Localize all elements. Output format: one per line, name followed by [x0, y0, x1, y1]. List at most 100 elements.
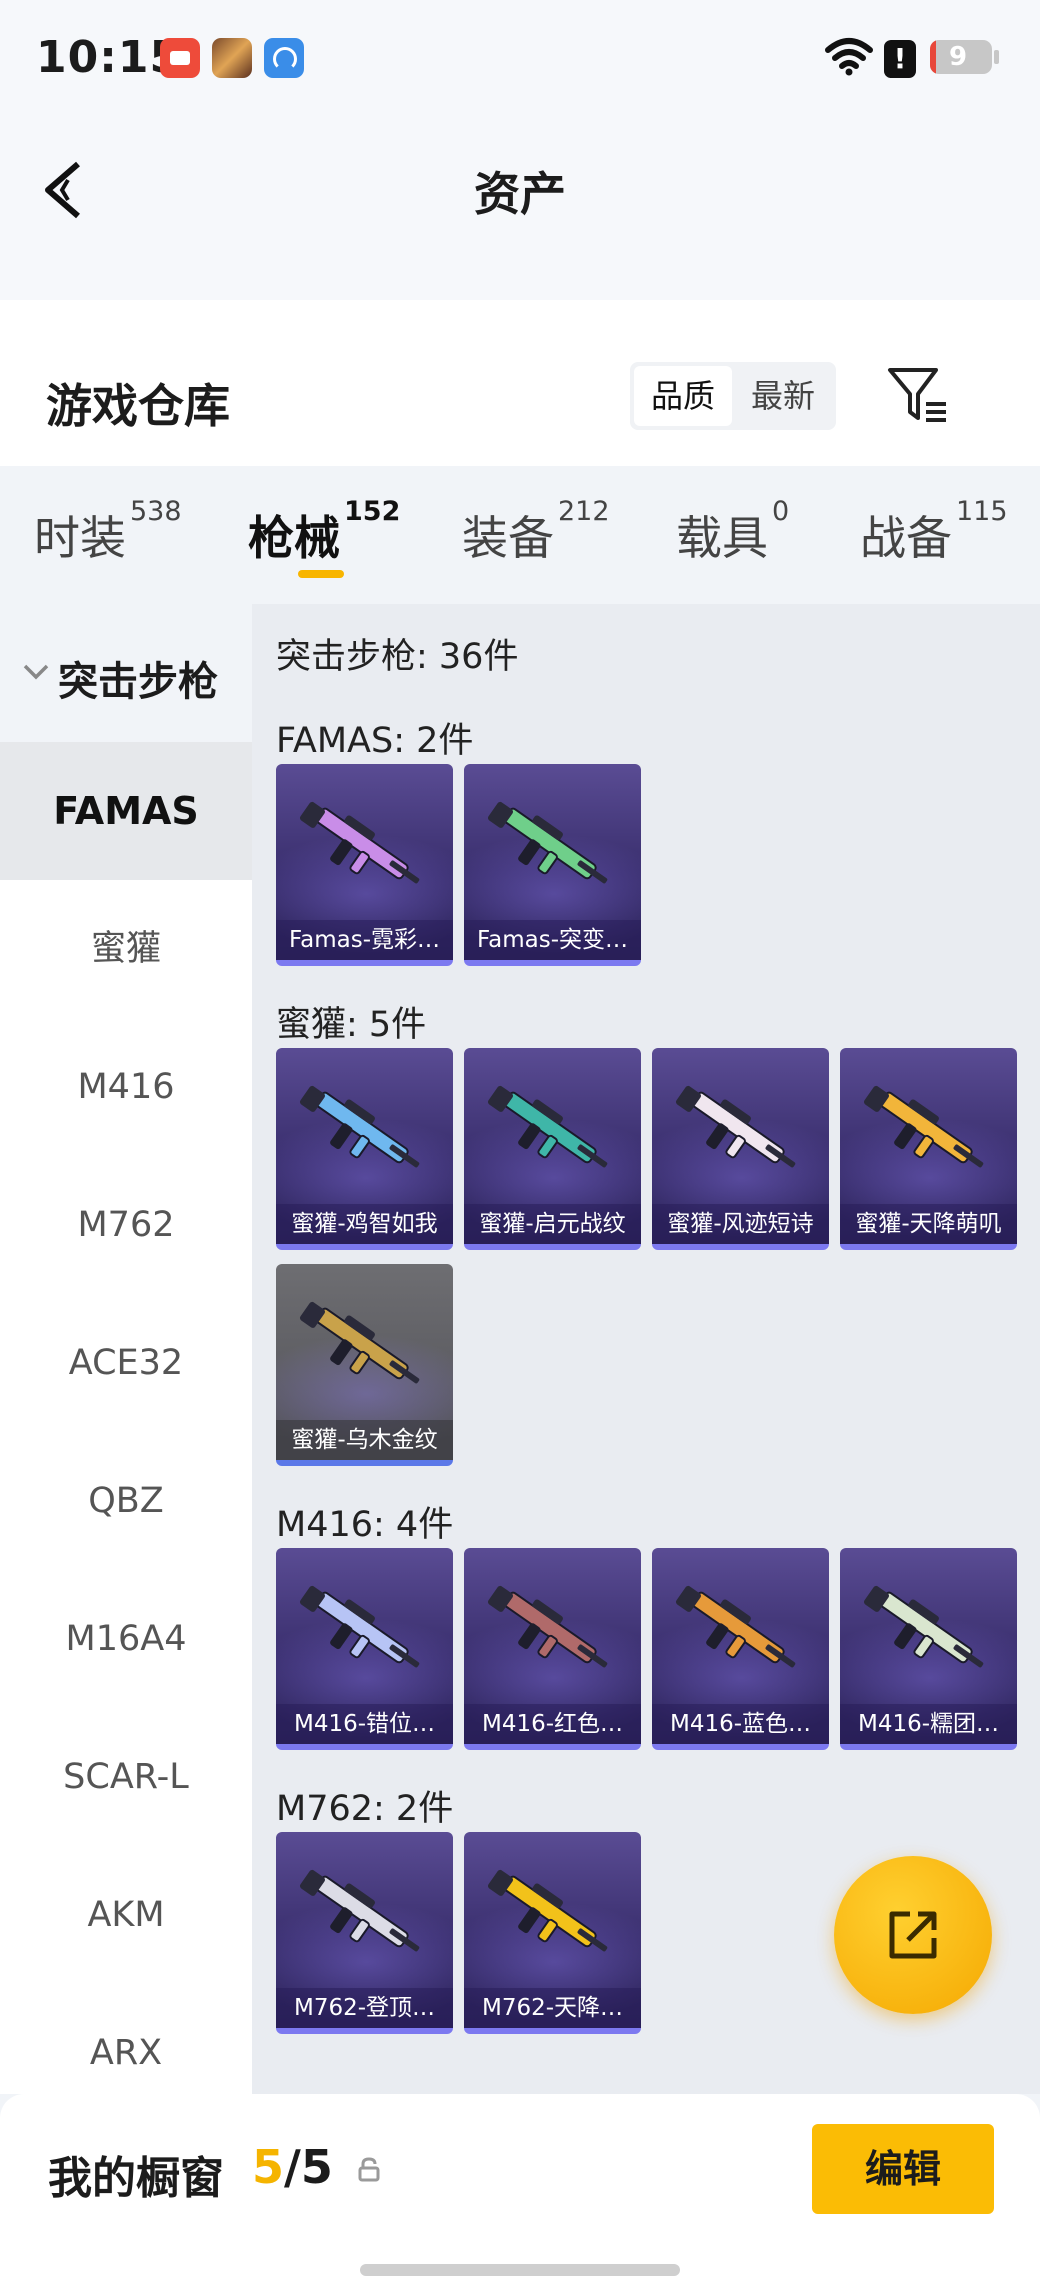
tab-label: 载具 — [676, 511, 768, 565]
sidebar-item-m762[interactable]: M762 — [0, 1156, 252, 1294]
weapon-skin-image — [487, 1585, 608, 1668]
weapon-skin-image — [487, 1869, 608, 1952]
weapon-skin-card[interactable]: M416-糯团… — [840, 1548, 1017, 1750]
tab-count: 152 — [344, 496, 401, 527]
weapon-skin-image — [299, 1585, 420, 1668]
active-tab-indicator — [298, 570, 344, 578]
tab-supplies[interactable]: 战备 115 — [860, 496, 1008, 568]
weapon-skin-label: Famas-突变… — [464, 920, 641, 960]
chevron-down-icon — [23, 664, 49, 680]
battery-level-text: 9 — [948, 42, 968, 72]
tab-count: 115 — [956, 496, 1008, 527]
showcase-count-separator: / — [284, 2140, 301, 2194]
wifi-icon — [825, 38, 873, 76]
weapon-skin-card[interactable]: 蜜獾-天降萌叽 — [840, 1048, 1017, 1250]
weapon-skin-label: M416-蓝色… — [652, 1704, 829, 1744]
battery-cap — [994, 50, 999, 64]
weapon-skin-image — [299, 1085, 420, 1168]
weapon-skin-label: 蜜獾-鸡智如我 — [276, 1204, 453, 1244]
weapon-skin-label: 蜜獾-天降萌叽 — [840, 1204, 1017, 1244]
weapon-skin-card[interactable]: M762-天降… — [464, 1832, 641, 2034]
tab-vehicles[interactable]: 载具 0 — [676, 496, 789, 568]
weapon-skin-card[interactable]: 蜜獾-乌木金纹 — [276, 1264, 453, 1466]
hotspot-app-icon — [264, 38, 304, 78]
page-title: 资产 — [474, 167, 566, 221]
filter-icon[interactable] — [886, 364, 952, 426]
weapon-skin-image — [675, 1085, 796, 1168]
weapon-skin-card[interactable]: M416-错位… — [276, 1548, 453, 1750]
weapon-skin-label: 蜜獾-乌木金纹 — [276, 1420, 453, 1460]
weapon-sidebar: 突击步枪 FAMAS 蜜獾 M416 M762 ACE32 QBZ M16A4 SCAR-L A… — [0, 604, 252, 2094]
sidebar-item-qbz[interactable]: QBZ — [0, 1432, 252, 1570]
showcase-count: 5/5 — [252, 2140, 333, 2194]
share-fab-button[interactable] — [834, 1856, 992, 2014]
nav-header: 资产 — [0, 120, 1040, 300]
tab-label: 时装 — [34, 511, 126, 565]
weapon-skin-card[interactable]: M416-红色… — [464, 1548, 641, 1750]
sort-option-newest[interactable]: 最新 — [734, 366, 832, 426]
sidebar-item-arx[interactable]: ARX — [0, 1984, 252, 2094]
share-external-icon — [889, 1911, 937, 1959]
weapon-skin-label: M762-登顶… — [276, 1988, 453, 2028]
sort-option-quality[interactable]: 品质 — [634, 366, 732, 426]
edit-button[interactable]: 编辑 — [812, 2124, 994, 2214]
weapon-skin-label: 蜜獾-启元战纹 — [464, 1204, 641, 1244]
sidebar-item-m416[interactable]: M416 — [0, 1018, 252, 1156]
weapon-group-title: M762: 2件 — [276, 1789, 454, 1829]
weapon-skin-card[interactable]: 蜜獾-鸡智如我 — [276, 1048, 453, 1250]
weapon-skin-label: M416-糯团… — [840, 1704, 1017, 1744]
tab-label: 枪械 — [248, 511, 340, 565]
lock-icon — [358, 2157, 380, 2182]
tab-weapons[interactable]: 枪械 152 — [248, 496, 400, 568]
sidebar-item-ace32[interactable]: ACE32 — [0, 1294, 252, 1432]
sidebar-category-header[interactable]: 突击步枪 — [0, 604, 252, 742]
tab-fashion[interactable]: 时装 538 — [34, 496, 182, 568]
home-indicator[interactable] — [360, 2264, 680, 2276]
status-bar: 10:15 ! 9 — [0, 0, 1040, 120]
tab-count: 0 — [772, 496, 790, 527]
weapon-skin-image — [487, 1085, 608, 1168]
weapon-group-title: FAMAS: 2件 — [276, 721, 474, 761]
sidebar-item-scar-l[interactable]: SCAR-L — [0, 1708, 252, 1846]
showcase-count-total: 5 — [300, 2140, 333, 2194]
showcase-count-current: 5 — [252, 2140, 285, 2194]
warehouse-title: 游戏仓库 — [46, 379, 230, 433]
weapon-skin-card[interactable]: 蜜獾-启元战纹 — [464, 1048, 641, 1250]
weapon-skin-image — [863, 1585, 984, 1668]
weapon-skin-label: M416-错位… — [276, 1704, 453, 1744]
tab-equipment[interactable]: 装备 212 — [462, 496, 610, 568]
sidebar-item-akm[interactable]: AKM — [0, 1846, 252, 1984]
sidebar-item-m16a4[interactable]: M16A4 — [0, 1570, 252, 1708]
tab-count: 212 — [558, 496, 610, 527]
weapon-skin-image — [299, 1301, 420, 1384]
sidebar-item-蜜獾[interactable]: 蜜獾 — [0, 880, 252, 1018]
weapon-skin-label: M762-天降… — [464, 1988, 641, 2028]
weapon-skin-card[interactable]: M762-登顶… — [276, 1832, 453, 2034]
tab-label: 装备 — [462, 511, 554, 565]
battery-icon: 9 — [930, 40, 992, 74]
tab-label: 战备 — [860, 511, 952, 565]
category-tabs: 时装 538 枪械 152 装备 212 载具 0 战备 115 — [0, 466, 1040, 604]
weapon-skin-image — [299, 801, 420, 884]
weapon-skin-image — [863, 1085, 984, 1168]
weapon-skin-card[interactable]: M416-蓝色… — [652, 1548, 829, 1750]
weapon-skin-image — [675, 1585, 796, 1668]
weapon-skin-card[interactable]: Famas-霓彩… — [276, 764, 453, 966]
weapon-skin-label: Famas-霓彩… — [276, 920, 453, 960]
weapon-skin-label: M416-红色… — [464, 1704, 641, 1744]
category-count-title: 突击步枪: 36件 — [276, 637, 519, 677]
weapon-skin-label: 蜜獾-风迹短诗 — [652, 1204, 829, 1244]
sidebar-item-famas[interactable]: FAMAS — [0, 742, 252, 880]
game-app-icon — [212, 38, 252, 78]
weapon-skin-card[interactable]: Famas-突变… — [464, 764, 641, 966]
showcase-title: 我的橱窗 — [48, 2153, 224, 2204]
warehouse-header: 游戏仓库 品质 最新 — [0, 300, 1040, 466]
weapon-group-title: 蜜獾: 5件 — [276, 1005, 427, 1045]
weapon-group-title: M416: 4件 — [276, 1505, 454, 1545]
weapon-skin-card[interactable]: 蜜獾-风迹短诗 — [652, 1048, 829, 1250]
sidebar-category-label: 突击步枪 — [58, 659, 218, 705]
alert-icon: ! — [884, 40, 916, 78]
tab-count: 538 — [130, 496, 182, 527]
sort-segmented-control: 品质 最新 — [630, 362, 836, 430]
video-app-icon — [160, 38, 200, 78]
